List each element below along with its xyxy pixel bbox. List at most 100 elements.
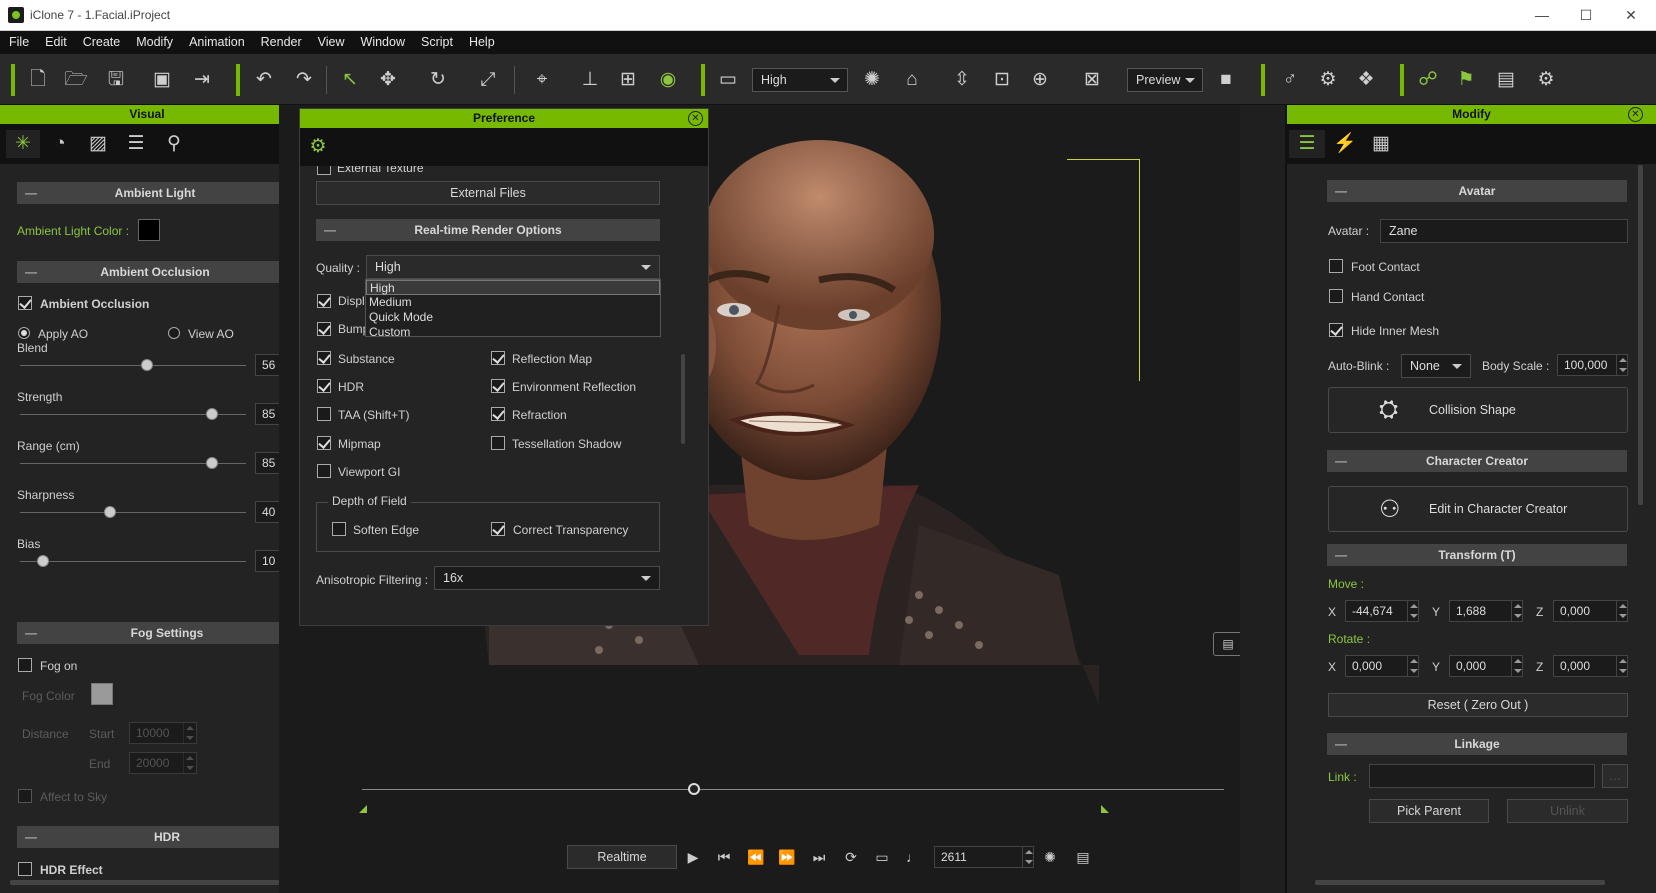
light-icon[interactable]: ✺ (858, 66, 886, 94)
hide-inner-mesh-checkbox[interactable] (1329, 323, 1343, 337)
undo-icon[interactable]: ↶ (250, 66, 278, 94)
minimize-button[interactable]: — (1527, 5, 1557, 25)
ambient-occlusion-header[interactable]: — Ambient Occlusion (17, 261, 293, 283)
scale-icon[interactable]: ⤢ (474, 66, 502, 94)
subtitle-icon[interactable]: ▭ (871, 846, 893, 868)
body-scale-spinner[interactable] (1616, 354, 1628, 376)
preview-window-icon[interactable]: ▣ (148, 66, 176, 94)
unlink-button[interactable]: Unlink (1507, 799, 1628, 823)
edit-in-character-creator-button[interactable]: ⚇ Edit in Character Creator (1328, 486, 1628, 532)
sharpness-slider-track[interactable] (20, 512, 246, 513)
soften-edge-checkbox[interactable] (332, 522, 346, 536)
quality-option-custom[interactable]: Custom (366, 325, 660, 340)
pick-parent-button[interactable]: Pick Parent (1369, 799, 1489, 823)
rotate-icon[interactable]: ↻ (424, 66, 452, 94)
timeline-playhead[interactable] (688, 783, 700, 795)
visibility-eye-icon[interactable]: ◉ (654, 66, 682, 94)
quality-dropdown[interactable]: High (366, 255, 660, 279)
physics-icon[interactable]: ⚙ (1314, 66, 1342, 94)
reset-zero-out-button[interactable]: Reset ( Zero Out ) (1328, 693, 1628, 717)
next-frame-icon[interactable]: ⏩ (776, 846, 798, 868)
new-file-icon[interactable]: 🗋 (24, 66, 52, 94)
open-folder-icon[interactable]: 🗁 (62, 66, 90, 94)
ambient-light-header[interactable]: — Ambient Light (17, 182, 293, 204)
zoom-extents-icon[interactable]: ⊕ (1026, 66, 1054, 94)
linkage-header[interactable]: — Linkage (1327, 733, 1627, 755)
menu-animation[interactable]: Animation (181, 31, 253, 54)
apply-ao-radio[interactable] (18, 327, 30, 339)
go-to-start-icon[interactable]: ⏮ (713, 846, 735, 868)
attributes-tab-icon[interactable]: ☰ (1289, 130, 1325, 158)
fog-on-checkbox[interactable] (18, 658, 32, 672)
quality-option-quick-mode[interactable]: Quick Mode (366, 310, 660, 325)
select-cursor-icon[interactable]: ↖ (336, 66, 364, 94)
preference-settings-tab-icon[interactable]: ⚙ (304, 133, 332, 161)
menu-create[interactable]: Create (75, 31, 129, 54)
view-ao-radio[interactable] (168, 327, 180, 339)
bias-slider-track[interactable] (20, 561, 246, 562)
ambient-occlusion-checkbox[interactable] (18, 296, 32, 310)
align-icon[interactable]: ⊥ (576, 66, 604, 94)
menu-window[interactable]: Window (353, 31, 413, 54)
clipboard-icon[interactable]: ▤ (1492, 66, 1520, 94)
ambient-light-color-swatch[interactable] (138, 219, 160, 241)
close-button[interactable]: ✕ (1616, 5, 1646, 25)
distribute-icon[interactable]: ⊞ (614, 66, 642, 94)
hdr-header[interactable]: — HDR (17, 826, 317, 848)
image-tab-icon[interactable]: ▨ (84, 130, 112, 158)
motion-tab-icon[interactable]: ⚡ (1331, 130, 1359, 158)
bias-slider-knob[interactable] (36, 555, 49, 567)
menu-render[interactable]: Render (253, 31, 310, 54)
environment-reflection-checkbox[interactable] (491, 379, 505, 393)
render-quality-dropdown[interactable]: High (752, 68, 848, 92)
refraction-checkbox[interactable] (491, 407, 505, 421)
time-settings-icon[interactable]: ✺ (1039, 846, 1061, 868)
affect-sky-checkbox[interactable] (18, 789, 32, 803)
menu-file[interactable]: File (1, 31, 37, 54)
visual-panel-scrollbar[interactable] (10, 880, 305, 885)
comment-icon[interactable]: ▤ (1213, 632, 1240, 656)
go-to-end-icon[interactable]: ⏭ (808, 846, 830, 868)
menu-help[interactable]: Help (461, 31, 503, 54)
avatar-header[interactable]: — Avatar (1327, 180, 1627, 202)
preference-scrollbar[interactable] (681, 354, 685, 444)
frame-selected-icon[interactable]: ⊠ (1078, 66, 1106, 94)
realtime-render-options-header[interactable]: — Real-time Render Options (316, 219, 660, 241)
preference-close-icon[interactable]: ✕ (688, 111, 703, 126)
export-icon[interactable]: ⇥ (188, 66, 216, 94)
viewport-layout-icon[interactable]: ▭ (714, 66, 742, 94)
fit-view-icon[interactable]: ⊡ (988, 66, 1016, 94)
preview-mode-dropdown[interactable]: Preview (1127, 68, 1203, 92)
layers-tab-icon[interactable]: ☰ (122, 130, 150, 158)
particle-icon[interactable]: ❖ (1352, 66, 1380, 94)
modify-horizontal-scrollbar[interactable] (1315, 880, 1605, 885)
transform-header[interactable]: — Transform (T) (1327, 544, 1627, 566)
avatar-name-field[interactable]: Zane (1380, 219, 1628, 243)
light-tab-icon[interactable]: ✳ (6, 130, 40, 158)
link-browse-button[interactable]: … (1602, 764, 1628, 788)
range-end-marker[interactable] (1101, 805, 1109, 813)
correct-transparency-checkbox[interactable] (491, 522, 505, 536)
motion-puppet-icon[interactable]: ☍ (1414, 66, 1442, 94)
gizmo-icon[interactable]: ♂ (1276, 66, 1304, 94)
timeline-toggle-icon[interactable]: ▤ (1072, 846, 1094, 868)
snap-icon[interactable]: ⌖ (528, 66, 556, 94)
realtime-mode-button[interactable]: Realtime (567, 845, 677, 869)
current-frame-input[interactable]: 2611 (934, 846, 1034, 868)
atmosphere-tab-icon[interactable]: ◔ (46, 130, 74, 158)
reflection-map-checkbox[interactable] (491, 351, 505, 365)
viewport-gi-checkbox[interactable] (317, 464, 331, 478)
loop-icon[interactable]: ⟳ (840, 846, 862, 868)
external-files-button[interactable]: External Files (316, 181, 660, 205)
save-icon[interactable]: 🖫 (102, 66, 130, 94)
fog-color-swatch[interactable] (91, 683, 113, 705)
blend-slider-knob[interactable] (140, 359, 153, 371)
tessellation-shadow-checkbox[interactable] (491, 436, 505, 450)
redo-icon[interactable]: ↷ (290, 66, 318, 94)
strength-slider-knob[interactable] (206, 408, 219, 420)
range-start-marker[interactable] (359, 805, 367, 813)
frame-spinner[interactable] (1022, 846, 1034, 868)
hdr-effect-checkbox[interactable] (18, 862, 32, 876)
fit-height-icon[interactable]: ⇳ (948, 66, 976, 94)
fog-settings-header[interactable]: — Fog Settings (17, 622, 317, 644)
